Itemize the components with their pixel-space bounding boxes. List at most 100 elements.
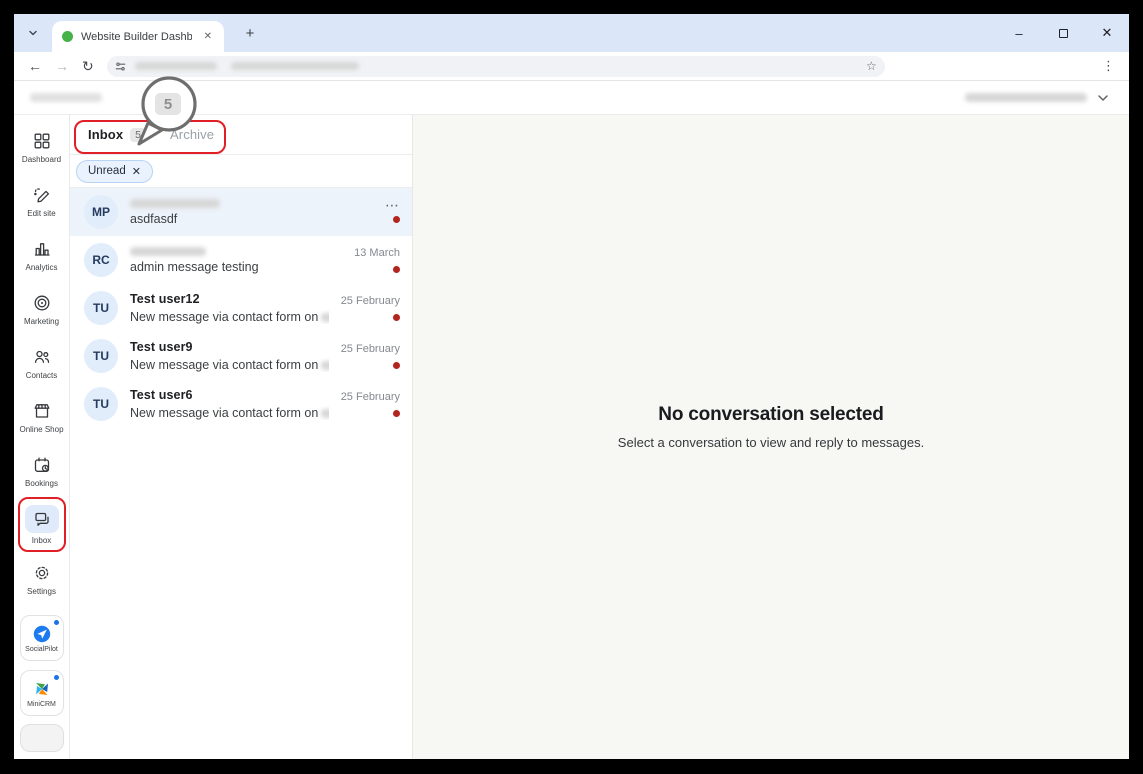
- unread-filter-chip[interactable]: Unread ✕: [76, 160, 153, 183]
- redacted-sender-name: [130, 247, 206, 256]
- sidebar-item-marketing[interactable]: Marketing: [17, 282, 67, 336]
- address-bar[interactable]: ☆: [107, 56, 885, 77]
- chevron-down-icon: [27, 27, 39, 39]
- unread-dot: [393, 362, 400, 369]
- avatar: TU: [84, 387, 118, 421]
- avatar: RC: [84, 243, 118, 277]
- app-body: Dashboard Edit site Analytics Marketing …: [14, 115, 1129, 759]
- tab-search-button[interactable]: [22, 22, 44, 44]
- browser-tab[interactable]: Website Builder Dashboard ✕: [52, 21, 224, 52]
- contacts-people-icon: [32, 347, 52, 367]
- row-menu-button[interactable]: ⋯: [385, 201, 400, 209]
- sender-name: Test user12: [130, 292, 329, 306]
- sidebar-item-label: Contacts: [26, 371, 58, 380]
- tab-favicon-icon: [62, 31, 73, 42]
- marketing-target-icon: [32, 293, 52, 313]
- sidebar-item-inbox[interactable]: Inbox: [17, 498, 67, 552]
- analytics-icon: [32, 239, 52, 259]
- message-preview: admin message testing: [130, 260, 342, 274]
- message-preview: New message via contact form on..: [130, 406, 329, 420]
- app-header: [14, 81, 1129, 115]
- sidebar-item-analytics[interactable]: Analytics: [17, 228, 67, 282]
- account-dropdown[interactable]: [965, 90, 1111, 106]
- avatar: MP: [84, 195, 118, 229]
- sidebar-app-minicrm[interactable]: MiniCRM: [20, 670, 64, 716]
- sender-name: Test user9: [130, 340, 329, 354]
- sidebar-item-label: Edit site: [27, 209, 55, 218]
- redacted-site-name: [321, 361, 328, 370]
- sidebar-item-edit-site[interactable]: Edit site: [17, 174, 67, 228]
- conversation-row[interactable]: RC admin message testing 13 March: [70, 236, 412, 284]
- storefront-icon: [32, 401, 52, 421]
- browser-toolbar: ← → ↻ ☆ ⋮: [14, 52, 1129, 81]
- bookings-calendar-icon: [32, 455, 52, 475]
- sidebar-app-partial-card[interactable]: [20, 724, 64, 752]
- message-date: 25 February: [341, 391, 400, 403]
- message-preview: New message via contact form on..: [130, 358, 329, 372]
- sender-name: Test user6: [130, 388, 329, 402]
- sidebar-item-bookings[interactable]: Bookings: [17, 444, 67, 498]
- unread-dot: [393, 410, 400, 417]
- conversation-row[interactable]: TU Test user12 New message via contact f…: [70, 284, 412, 332]
- sidebar-item-settings[interactable]: Settings: [17, 552, 67, 606]
- conversation-list-panel: Inbox 5 Archive Unread ✕ MP asdfasdf: [70, 115, 413, 759]
- tab-inbox[interactable]: Inbox 5: [88, 127, 146, 142]
- minicrm-logo-icon: [32, 679, 52, 699]
- redacted-account-name: [965, 93, 1087, 102]
- chevron-down-icon: [1095, 90, 1111, 106]
- avatar: TU: [84, 291, 118, 325]
- minimize-button[interactable]: –: [997, 14, 1041, 52]
- sidebar-item-label: Inbox: [32, 536, 52, 545]
- sidebar-app-socialpilot[interactable]: SocialPilot: [20, 615, 64, 661]
- sidebar-item-online-shop[interactable]: Online Shop: [17, 390, 67, 444]
- maximize-button[interactable]: [1041, 14, 1085, 52]
- redacted-url-segment: [135, 62, 217, 70]
- notification-dot: [54, 620, 59, 625]
- message-date: 13 March: [354, 247, 400, 259]
- socialpilot-logo-icon: [32, 624, 52, 644]
- main-panel: No conversation selected Select a conver…: [413, 115, 1129, 759]
- chip-close-icon[interactable]: ✕: [132, 165, 141, 178]
- chip-label: Unread: [88, 165, 126, 177]
- redacted-site-name: [321, 409, 328, 418]
- close-window-button[interactable]: ✕: [1085, 14, 1129, 52]
- message-preview: asdfasdf: [130, 212, 373, 226]
- redacted-url-segment: [231, 62, 359, 70]
- redacted-site-name: [321, 313, 328, 322]
- sidebar: Dashboard Edit site Analytics Marketing …: [14, 115, 70, 759]
- forward-button[interactable]: →: [55, 59, 69, 73]
- tab-archive[interactable]: Archive: [170, 127, 214, 142]
- sidebar-item-dashboard[interactable]: Dashboard: [17, 120, 67, 174]
- conversation-row[interactable]: TU Test user6 New message via contact fo…: [70, 380, 412, 428]
- reload-button[interactable]: ↻: [82, 59, 94, 73]
- sidebar-item-label: Dashboard: [22, 155, 61, 164]
- sidebar-item-label: Settings: [27, 587, 56, 596]
- new-tab-button[interactable]: +: [238, 21, 262, 45]
- message-preview: New message via contact form on.: [130, 310, 329, 324]
- conversation-row[interactable]: MP asdfasdf ⋯: [70, 188, 412, 236]
- filter-row: Unread ✕: [70, 155, 412, 188]
- window-controls: – ✕: [997, 14, 1129, 52]
- browser-tab-strip: Website Builder Dashboard ✕ + – ✕: [14, 14, 1129, 52]
- maximize-icon: [1059, 29, 1068, 38]
- notification-dot: [54, 675, 59, 680]
- avatar: TU: [84, 339, 118, 373]
- sidebar-item-label: Online Shop: [19, 425, 63, 434]
- tab-title: Website Builder Dashboard: [81, 31, 192, 43]
- message-date: 25 February: [341, 343, 400, 355]
- edit-site-icon: [32, 185, 52, 205]
- unread-dot: [393, 266, 400, 273]
- tune-icon: [114, 60, 127, 73]
- empty-state-subtitle: Select a conversation to view and reply …: [618, 435, 924, 450]
- sidebar-app-label: SocialPilot: [25, 646, 58, 653]
- tab-close-button[interactable]: ✕: [200, 29, 216, 44]
- dashboard-icon: [32, 131, 52, 151]
- sidebar-item-label: Analytics: [25, 263, 57, 272]
- bookmark-star-icon[interactable]: ☆: [866, 59, 877, 73]
- sidebar-item-label: Marketing: [24, 317, 59, 326]
- back-button[interactable]: ←: [28, 59, 42, 73]
- conversation-row[interactable]: TU Test user9 New message via contact fo…: [70, 332, 412, 380]
- browser-menu-button[interactable]: ⋮: [1102, 58, 1115, 74]
- sidebar-item-contacts[interactable]: Contacts: [17, 336, 67, 390]
- empty-state: No conversation selected Select a conver…: [618, 404, 924, 450]
